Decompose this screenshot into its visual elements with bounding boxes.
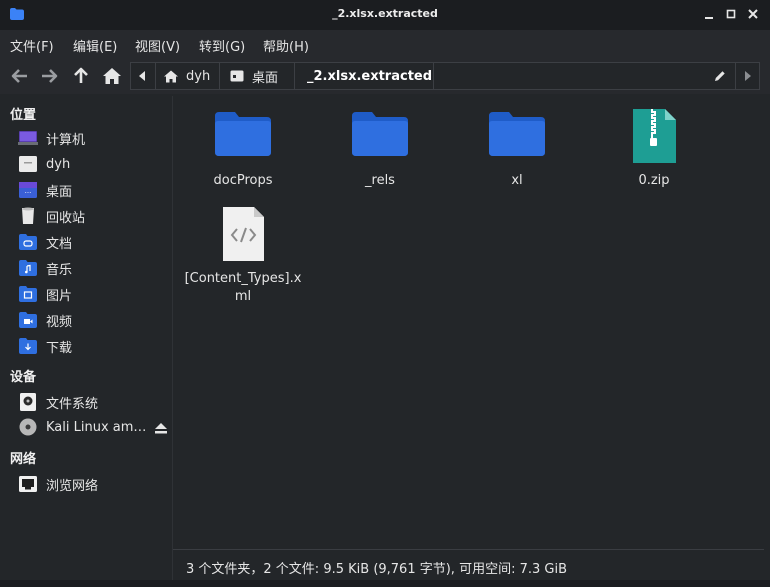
up-arrow-icon[interactable] [70, 65, 92, 87]
breadcrumb-label: dyh [186, 68, 211, 84]
sidebar-item-browse-network[interactable]: 浏览网络 [18, 473, 98, 495]
forward-arrow-icon[interactable] [38, 65, 60, 87]
file-name: 0.zip [638, 173, 670, 188]
breadcrumb-current[interactable]: _2.xlsx.extracted [307, 63, 432, 89]
folder-icon [215, 112, 271, 156]
edit-location-icon[interactable] [713, 69, 727, 83]
breadcrumb-label: _2.xlsx.extracted [307, 68, 433, 84]
file-item-xl[interactable]: xl [455, 108, 579, 190]
eject-icon[interactable] [155, 423, 167, 434]
sidebar-item-kali-disc[interactable]: Kali Linux am… [18, 416, 146, 438]
sidebar-item-label: 浏览网络 [46, 478, 99, 494]
sidebar-item-downloads[interactable]: 下载 [18, 335, 72, 357]
menu-help[interactable]: 帮助(H) [263, 36, 309, 55]
sidebar-item-label: 图片 [46, 288, 73, 304]
pictures-folder-icon [19, 286, 37, 302]
desktop-icon [230, 70, 244, 82]
menu-file[interactable]: 文件(F) [10, 36, 54, 55]
network-header: 网络 [10, 452, 37, 467]
devices-header: 设备 [10, 370, 37, 385]
sidebar-item-label: Kali Linux am… [46, 419, 147, 435]
status-text: 3 个文件夹，2 个文件: 9.5 KiB (9,761 字节), 可用空间: … [186, 562, 567, 577]
places-header: 位置 [10, 108, 37, 123]
home-icon [164, 70, 178, 82]
sidebar-item-label: dyh [46, 156, 71, 172]
sidebar-item-desktop[interactable]: ··· 桌面 [18, 179, 72, 201]
home-folder-icon [19, 156, 37, 172]
sidebar-item-label: 桌面 [46, 184, 73, 200]
sidebar-item-computer[interactable]: 计算机 [18, 127, 85, 149]
network-icon [19, 476, 37, 492]
toolbar: dyh 桌面 _2.xlsx.extracted [0, 58, 770, 94]
file-item-rels[interactable]: _rels [318, 108, 442, 190]
menu-edit[interactable]: 编辑(E) [73, 36, 117, 55]
sidebar-item-label: 音乐 [46, 262, 73, 278]
sidebar-item-filesystem[interactable]: 文件系统 [18, 391, 98, 413]
home-icon[interactable] [101, 65, 123, 87]
sidebar-item-label: 回收站 [46, 210, 86, 226]
svg-text:···: ··· [25, 189, 32, 197]
file-item-docprops[interactable]: docProps [181, 108, 305, 190]
drive-icon [20, 393, 36, 411]
file-item-zip[interactable]: 0.zip [592, 108, 716, 190]
status-bar: 3 个文件夹，2 个文件: 9.5 KiB (9,761 字节), 可用空间: … [173, 549, 764, 579]
title-bar: _2.xlsx.extracted [0, 0, 770, 30]
music-folder-icon [19, 260, 37, 276]
breadcrumb: dyh 桌面 _2.xlsx.extracted [130, 62, 760, 90]
sidebar-item-label: 文档 [46, 236, 73, 252]
sidebar-item-label: 视频 [46, 314, 73, 330]
menu-view[interactable]: 视图(V) [135, 36, 180, 55]
videos-folder-icon [19, 312, 37, 328]
sidebar-item-music[interactable]: 音乐 [18, 257, 72, 279]
documents-folder-icon [19, 234, 37, 250]
back-arrow-icon[interactable] [9, 65, 31, 87]
trash-icon [22, 207, 34, 224]
folder-icon [489, 112, 545, 156]
sidebar-item-label: 下载 [46, 340, 73, 356]
file-view: docProps _rels xl 0.zip [Content_Types].… [173, 96, 764, 549]
file-item-content-types[interactable]: [Content_Types].xml [181, 204, 305, 306]
computer-icon [18, 131, 38, 145]
sidebar-item-label: 计算机 [46, 132, 86, 148]
close-icon[interactable] [746, 7, 760, 21]
sidebar-item-documents[interactable]: 文档 [18, 231, 72, 253]
breadcrumb-right-arrow-icon[interactable] [744, 71, 752, 81]
menu-bar: 文件(F) 编辑(E) 视图(V) 转到(G) 帮助(H) [0, 30, 770, 58]
menu-go[interactable]: 转到(G) [199, 36, 245, 55]
zip-archive-icon [633, 109, 676, 163]
optical-disc-icon [19, 418, 37, 436]
sidebar-item-trash[interactable]: 回收站 [18, 205, 85, 227]
breadcrumb-left-arrow-icon[interactable] [138, 71, 146, 81]
file-name: xl [511, 173, 523, 188]
breadcrumb-home[interactable]: dyh [164, 63, 210, 89]
breadcrumb-desktop[interactable]: 桌面 [230, 63, 278, 89]
desktop-folder-icon: ··· [19, 182, 37, 198]
sidebar-item-videos[interactable]: 视频 [18, 309, 72, 331]
file-name: _rels [365, 173, 395, 188]
sidebar-item-label: 文件系统 [46, 396, 99, 412]
sidebar-item-pictures[interactable]: 图片 [18, 283, 72, 305]
downloads-folder-icon [19, 338, 37, 354]
breadcrumb-label: 桌面 [252, 70, 279, 86]
minimize-icon[interactable] [702, 7, 716, 21]
file-name: docProps [213, 173, 273, 188]
file-name: [Content_Types].xml [184, 271, 302, 304]
window-bottom-edge [0, 580, 770, 587]
sidebar-item-dyh[interactable]: dyh [18, 153, 70, 175]
maximize-icon[interactable] [724, 7, 738, 21]
window-title: _2.xlsx.extracted [332, 7, 438, 20]
sidebar: 位置 计算机 dyh ··· 桌面 回收站 文档 音乐 图片 视频 下载 设备 … [0, 96, 172, 580]
folder-icon [352, 112, 408, 156]
xml-file-icon [223, 207, 264, 261]
